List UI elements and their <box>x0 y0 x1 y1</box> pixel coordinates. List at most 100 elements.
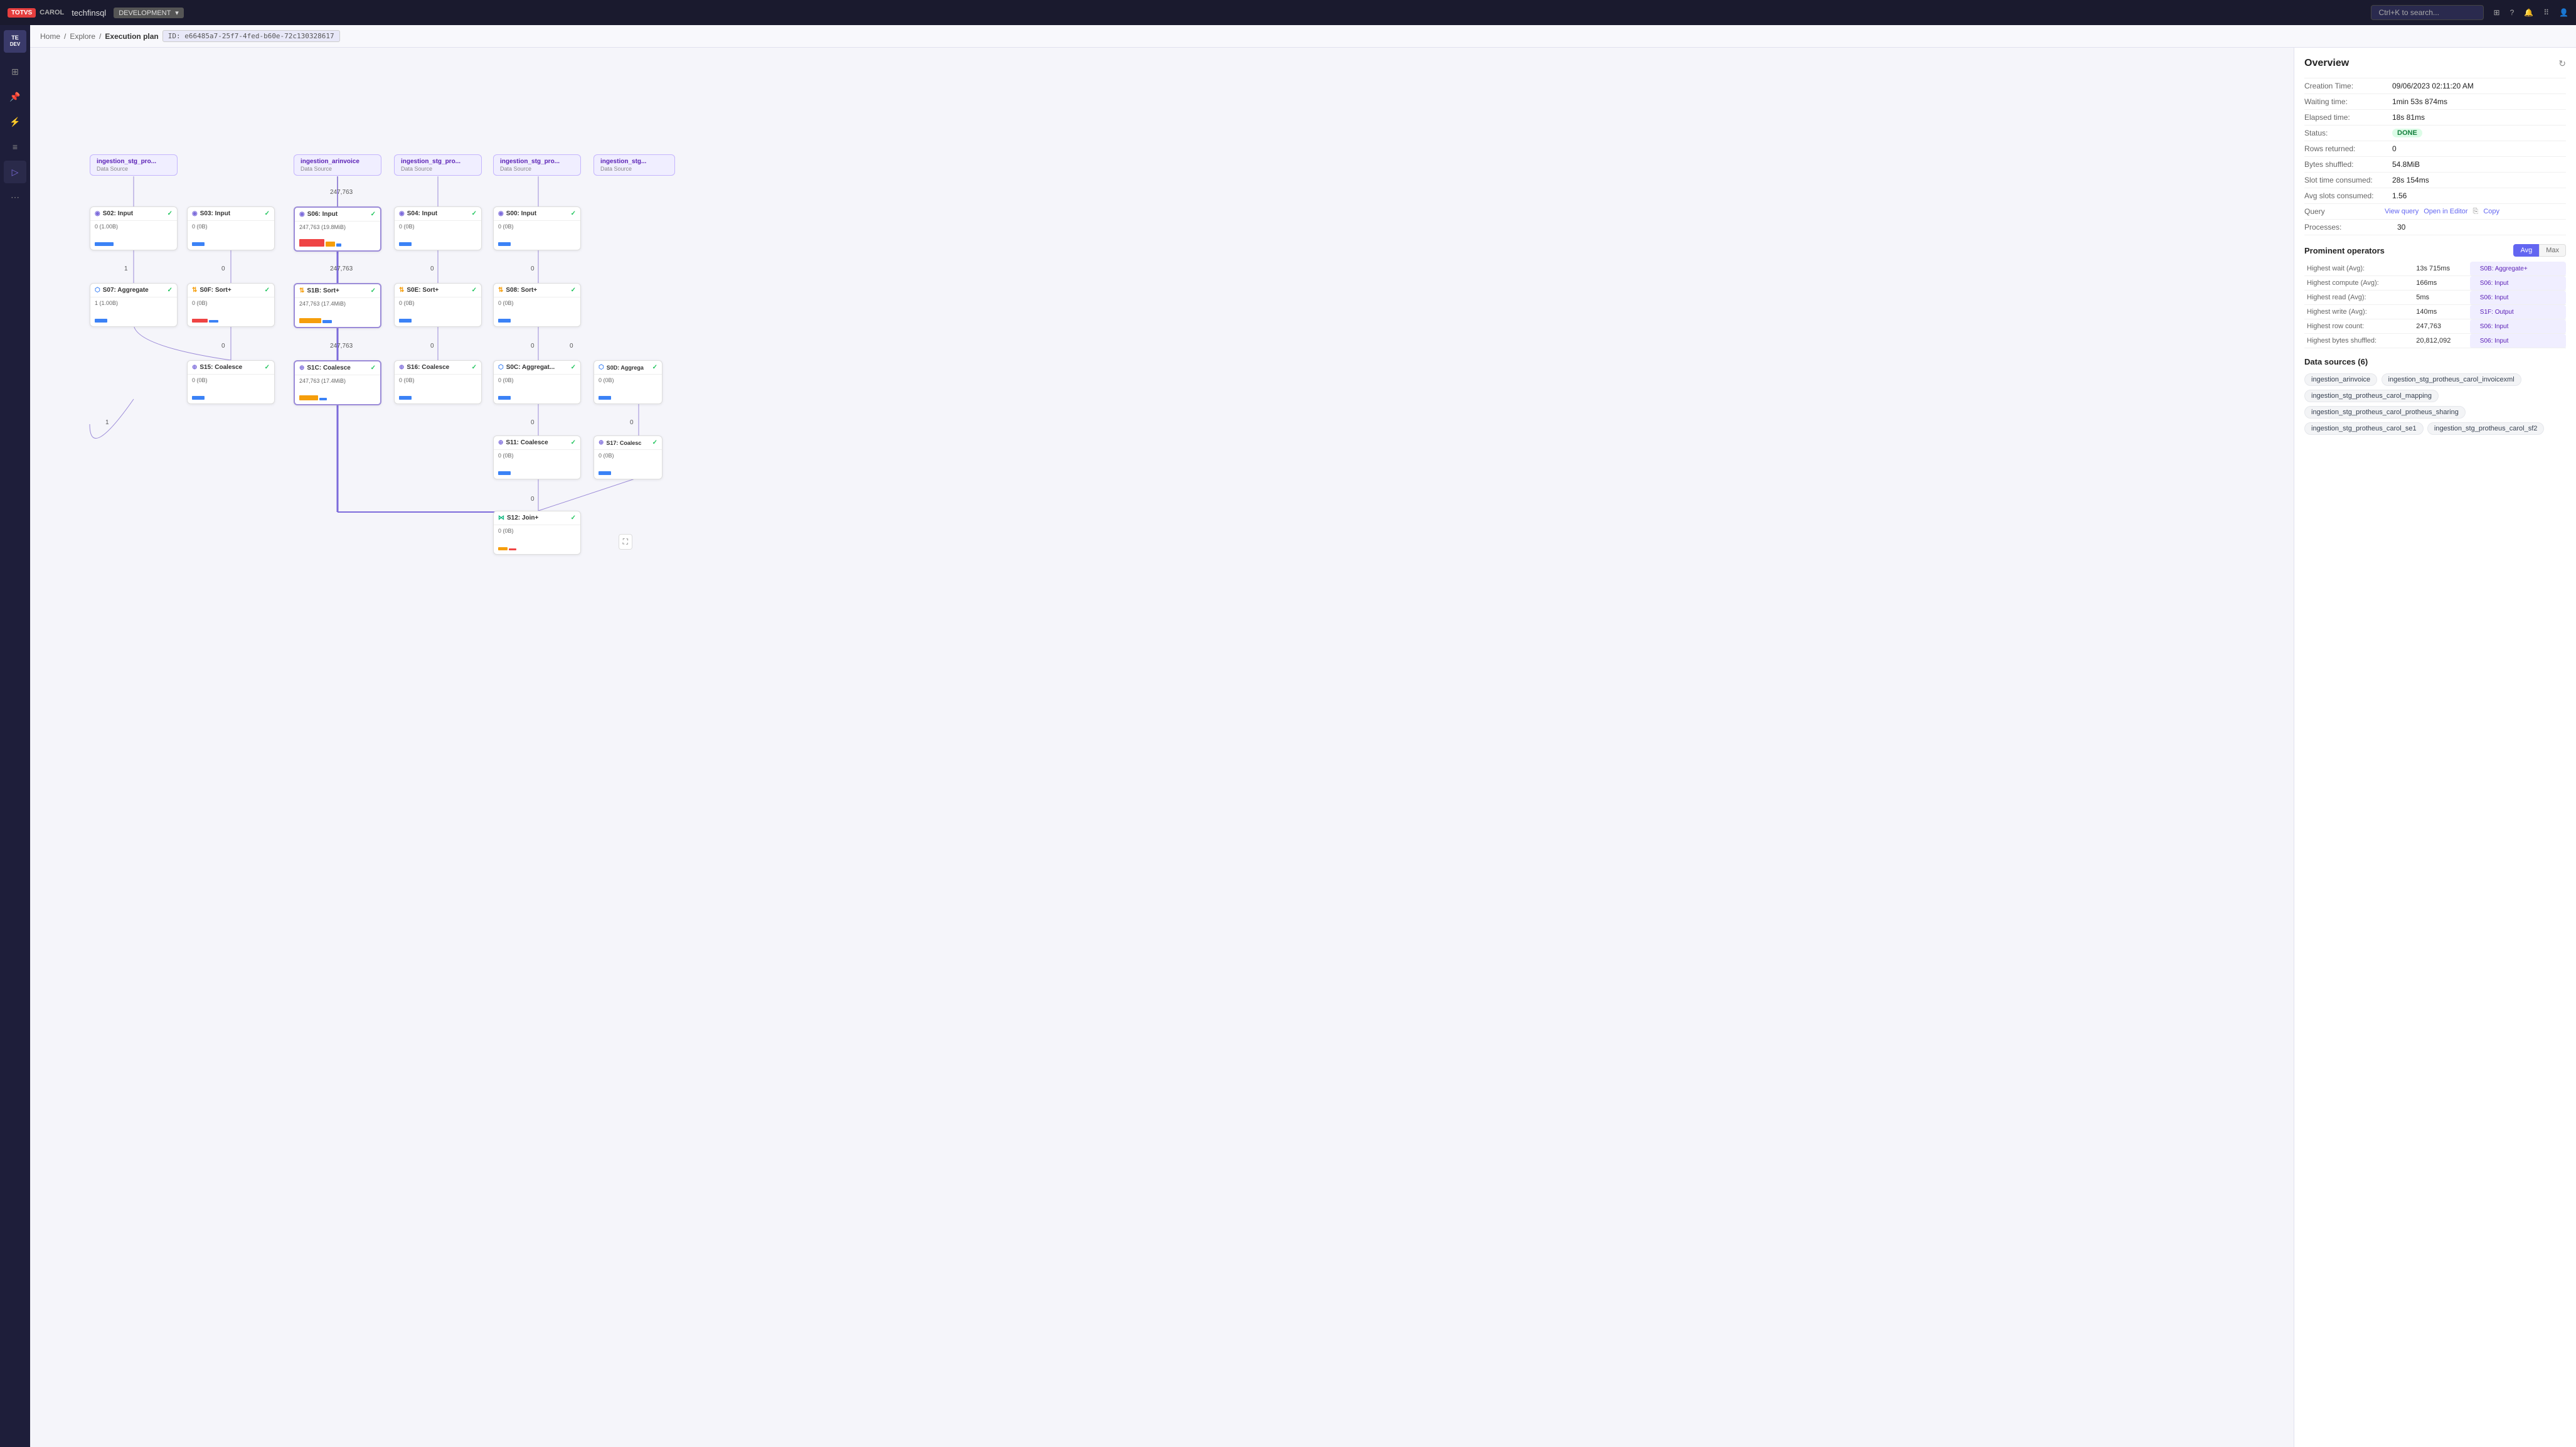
sidebar-icon-grid[interactable]: ⊞ <box>4 60 26 83</box>
node-S16[interactable]: ⊕ S16: Coalesce✓ 0 (0B) <box>394 360 482 404</box>
refresh-icon[interactable]: ↻ <box>2558 58 2566 69</box>
node-S15[interactable]: ⊕ S15: Coalesce✓ 0 (0B) <box>187 360 275 404</box>
metric-value-2: 5ms <box>2414 291 2470 305</box>
prominent-operators-title: Prominent operators <box>2304 246 2385 255</box>
metric-row-3: Highest write (Avg): 140ms S1F: Output <box>2304 305 2566 319</box>
query-label: Query <box>2304 207 2380 216</box>
waiting-time-label: Waiting time: <box>2304 97 2392 106</box>
metrics-table: Highest wait (Avg): 13s 715ms S0B: Aggre… <box>2304 262 2566 348</box>
view-query-link[interactable]: View query <box>2385 208 2419 215</box>
panel-title: Overview <box>2304 58 2349 69</box>
datasources-section: Data sources (6) ingestion_arinvoice ing… <box>2304 357 2566 437</box>
node-S00[interactable]: ◉ S00: Input✓ 0 (0B) <box>493 206 581 250</box>
avg-slots-label: Avg slots consumed: <box>2304 191 2392 200</box>
count-247763-2: 247,763 <box>330 265 353 272</box>
topnav: TOTVS CAROL techfinsql DEVELOPMENT ▾ Ctr… <box>0 0 2576 25</box>
count-247763-1: 247,763 <box>330 189 353 196</box>
metric-chip-2: S06: Input <box>2475 293 2514 302</box>
sidebar: TEDEV ⊞ 📌 ⚡ ≡ ▷ ⋯ <box>0 25 30 1447</box>
node-S02[interactable]: ◉ S02: Input✓ 0 (1.00B) <box>90 206 178 250</box>
count-0-s12: 0 <box>531 496 535 503</box>
node-S04[interactable]: ◉ S04: Input✓ 0 (0B) <box>394 206 482 250</box>
count-0-s0f: 0 <box>221 265 225 272</box>
avg-toggle[interactable]: Avg <box>2513 244 2539 257</box>
source-node-2: ingestion_arinvoice Data Source <box>294 154 381 176</box>
sidebar-icon-table[interactable]: ≡ <box>4 136 26 158</box>
node-S0D[interactable]: ⬡ S0D: Aggrega✓ 0 (0B) <box>593 360 663 404</box>
node-S0F[interactable]: ⇅ S0F: Sort+✓ 0 (0B) <box>187 283 275 327</box>
count-0-s17: 0 <box>630 419 634 426</box>
waiting-time-value: 1min 53s 874ms <box>2392 97 2447 106</box>
processes-label: Processes: <box>2304 223 2392 232</box>
metric-label-1: Highest compute (Avg): <box>2304 276 2414 291</box>
metric-chip-5: S06: Input <box>2475 336 2514 346</box>
fullscreen-button[interactable]: ⛶ <box>619 534 632 550</box>
metric-label-5: Highest bytes shuffled: <box>2304 334 2414 348</box>
source-node-3: ingestion_stg_pro... Data Source <box>394 154 482 176</box>
user-icon[interactable]: 👤 <box>2559 8 2568 17</box>
count-1: 1 <box>124 265 128 272</box>
node-S03[interactable]: ◉ S03: Input✓ 0 (0B) <box>187 206 275 250</box>
node-S08[interactable]: ⇅ S08: Sort+✓ 0 (0B) <box>493 283 581 327</box>
node-S06[interactable]: ◉ S06: Input✓ 247,763 (19.8MiB) <box>294 206 381 252</box>
environment-badge[interactable]: DEVELOPMENT ▾ <box>114 8 184 18</box>
processes-value: 30 <box>2397 223 2405 232</box>
metric-label-4: Highest row count: <box>2304 319 2414 334</box>
rows-returned-value: 0 <box>2392 144 2397 153</box>
node-S07[interactable]: ⬡ S07: Aggregate✓ 1 (1.00B) <box>90 283 178 327</box>
node-S1C[interactable]: ⊕ S1C: Coalesce✓ 247,763 (17.4MiB) <box>294 360 381 405</box>
sidebar-icon-pin[interactable]: 📌 <box>4 85 26 108</box>
help-icon[interactable]: ? <box>2510 8 2515 17</box>
open-in-editor-link[interactable]: Open in Editor <box>2424 208 2467 215</box>
logo: TOTVS CAROL <box>8 8 64 18</box>
metric-chip-3: S1F: Output <box>2475 307 2519 317</box>
datasource-chip-0: ingestion_arinvoice <box>2304 373 2377 386</box>
node-S12[interactable]: ⋈ S12: Join+✓ 0 (0B) <box>493 511 581 555</box>
sidebar-icon-flow[interactable]: ⚡ <box>4 110 26 133</box>
sidebar-icon-query[interactable]: ▷ <box>4 161 26 183</box>
avg-max-toggle: Avg Max <box>2513 244 2566 257</box>
metric-label-3: Highest write (Avg): <box>2304 305 2414 319</box>
node-S11[interactable]: ⊕ S11: Coalesce✓ 0 (0B) <box>493 435 581 479</box>
metric-chip-0: S0B: Aggregate+ <box>2475 264 2533 274</box>
graph-inner: ingestion_stg_pro... Data Source ingesti… <box>43 60 645 562</box>
metric-chip-1: S06: Input <box>2475 279 2514 288</box>
max-toggle[interactable]: Max <box>2539 244 2566 257</box>
node-S17[interactable]: ⊕ S17: Coalesc✓ 0 (0B) <box>593 435 663 479</box>
prominent-operators-section: Prominent operators Avg Max <box>2304 244 2566 257</box>
count-0-s0e: 0 <box>430 265 434 272</box>
avatar: TEDEV <box>4 30 26 53</box>
body-split: ingestion_stg_pro... Data Source ingesti… <box>30 48 2576 1447</box>
app-name: techfinsql <box>72 8 106 18</box>
bell-icon[interactable]: 🔔 <box>2524 8 2533 17</box>
right-panel: Overview ↻ Creation Time: 09/06/2023 02:… <box>2294 48 2576 1447</box>
count-0-s15: 0 <box>221 343 225 350</box>
datasources-title: Data sources (6) <box>2304 357 2566 366</box>
search-bar[interactable]: Ctrl+K to search... <box>2371 5 2484 20</box>
graph-canvas[interactable]: ingestion_stg_pro... Data Source ingesti… <box>30 48 2294 1447</box>
breadcrumb-home[interactable]: Home <box>40 32 60 41</box>
node-S0E[interactable]: ⇅ S0E: Sort+✓ 0 (0B) <box>394 283 482 327</box>
metric-label-2: Highest read (Avg): <box>2304 291 2414 305</box>
content-area: Home / Explore / Execution plan ID: e664… <box>30 25 2576 1447</box>
elapsed-time-label: Elapsed time: <box>2304 113 2392 122</box>
apps-icon[interactable]: ⠿ <box>2543 8 2549 17</box>
copy-link[interactable]: Copy <box>2483 208 2499 215</box>
node-S0C[interactable]: ⬡ S0C: Aggregat...✓ 0 (0B) <box>493 360 581 404</box>
carol-text: CAROL <box>40 9 64 16</box>
source-node-1: ingestion_stg_pro... Data Source <box>90 154 178 176</box>
metric-row-2: Highest read (Avg): 5ms S06: Input <box>2304 291 2566 305</box>
breadcrumb-explore[interactable]: Explore <box>70 32 95 41</box>
metric-value-1: 166ms <box>2414 276 2470 291</box>
sidebar-icon-more[interactable]: ⋯ <box>4 186 26 208</box>
metric-row-0: Highest wait (Avg): 13s 715ms S0B: Aggre… <box>2304 262 2566 276</box>
metric-chip-4: S06: Input <box>2475 322 2514 331</box>
metric-value-5: 20,812,092 <box>2414 334 2470 348</box>
elapsed-time-value: 18s 81ms <box>2392 113 2425 122</box>
datasource-chip-2: ingestion_stg_protheus_carol_mapping <box>2304 390 2439 402</box>
copy-icon[interactable]: ⎘ <box>2473 208 2479 216</box>
grid-icon[interactable]: ⊞ <box>2494 8 2500 17</box>
panel-header: Overview ↻ <box>2304 58 2566 69</box>
rows-returned-label: Rows returned: <box>2304 144 2392 153</box>
node-S1B[interactable]: ⇅ S1B: Sort+✓ 247,763 (17.4MiB) <box>294 283 381 328</box>
